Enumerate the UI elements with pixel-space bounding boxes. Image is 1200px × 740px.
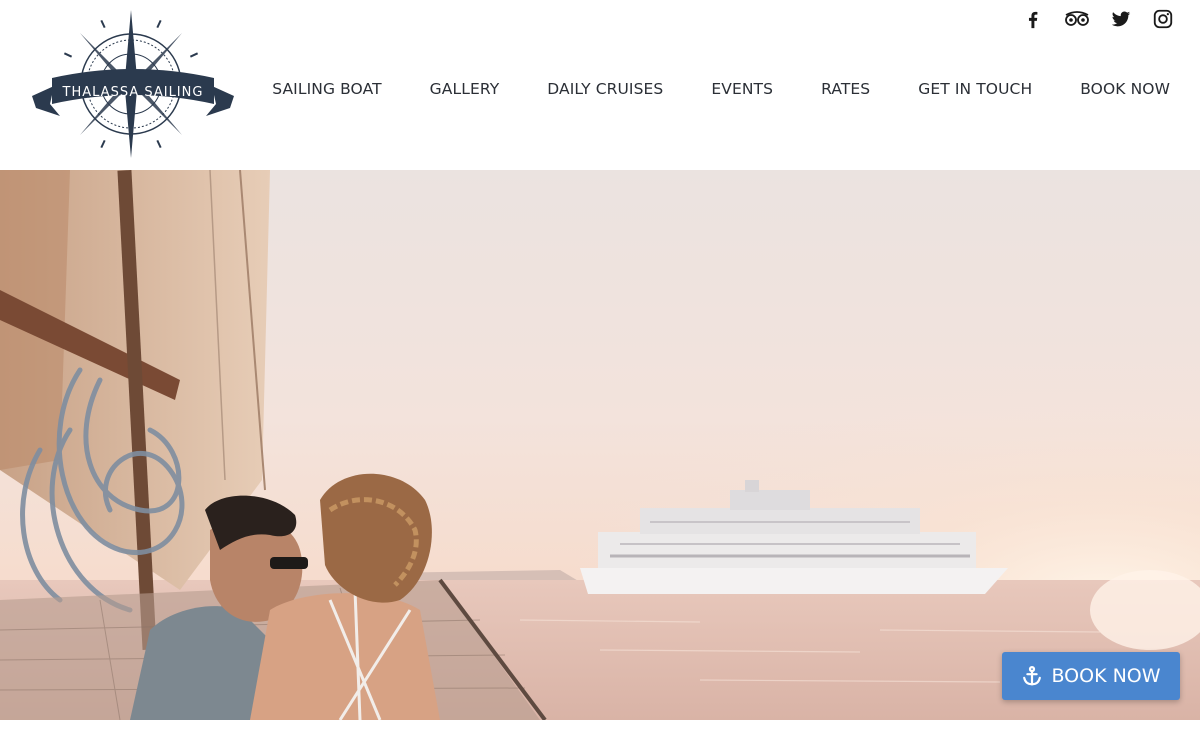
book-now-button[interactable]: BOOK NOW	[1002, 652, 1180, 700]
nav-get-in-touch[interactable]: GET IN TOUCH	[918, 78, 1032, 100]
nav-daily-cruises[interactable]: DAILY CRUISES	[547, 78, 663, 100]
facebook-icon[interactable]	[1022, 8, 1044, 30]
site-header: THALASSA SAILING SAILING BOAT GALLERY DA…	[0, 0, 1200, 170]
nav-book-now[interactable]: BOOK NOW	[1080, 78, 1170, 100]
nav-events[interactable]: EVENTS	[711, 78, 773, 100]
nav-sailing-boat[interactable]: SAILING BOAT	[272, 78, 381, 100]
logo-text: THALASSA SAILING	[62, 85, 204, 100]
book-now-label: BOOK NOW	[1051, 665, 1161, 687]
main-nav: SAILING BOAT GALLERY DAILY CRUISES EVENT…	[272, 78, 1170, 100]
anchor-icon	[1023, 666, 1042, 686]
instagram-icon[interactable]	[1152, 8, 1174, 30]
hero-image	[0, 170, 1200, 720]
tripadvisor-icon[interactable]	[1064, 8, 1090, 30]
nav-gallery[interactable]: GALLERY	[430, 78, 500, 100]
sunset-sailing-photo	[0, 170, 1200, 720]
compass-rose-logo: THALASSA SAILING	[32, 10, 234, 158]
site-logo[interactable]: THALASSA SAILING	[30, 8, 236, 160]
nav-rates[interactable]: RATES	[821, 78, 870, 100]
twitter-icon[interactable]	[1110, 8, 1132, 30]
social-links	[1022, 8, 1174, 30]
